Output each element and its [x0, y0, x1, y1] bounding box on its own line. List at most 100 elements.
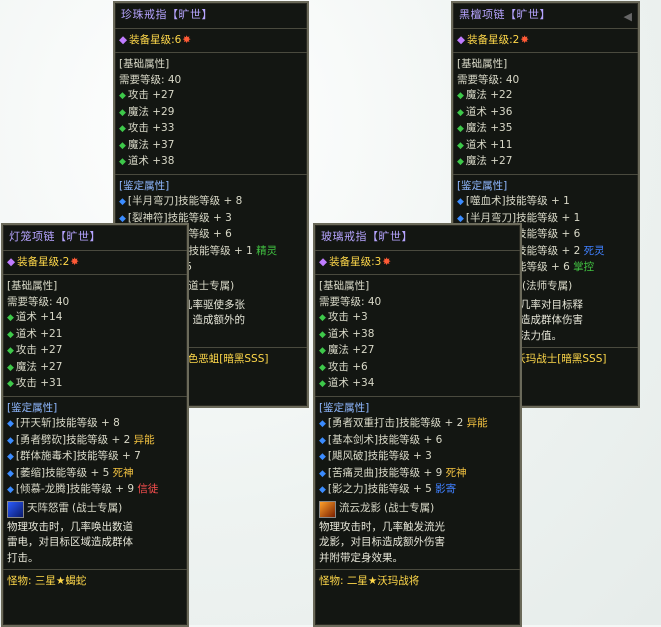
stat-text: 魔法 +29 [127, 105, 175, 118]
green-diamond-icon: ◆ [457, 124, 464, 134]
appraise-text: [群体施毒术]技能等级 + 7 [15, 450, 141, 462]
required-level: 需要等级: 40 [457, 73, 634, 89]
green-diamond-icon: ◆ [457, 140, 464, 151]
base-stat: ◆ 魔法 +27 [319, 343, 516, 360]
appraise-line: ◆ [萎缩]技能等级 + 5 死神 [7, 466, 183, 483]
green-diamond-icon: ◆ [457, 157, 464, 167]
section-title: [鉴定属性] [7, 401, 58, 414]
appraise-text: [萎缩]技能等级 + 5 [15, 466, 110, 479]
section-title: [鉴定属性] [119, 179, 170, 192]
stat-text: 道术 +11 [465, 138, 513, 151]
stat-text: 攻击 +3 [327, 311, 368, 323]
green-diamond-icon: ◆ [119, 124, 126, 134]
speaker-icon: ◀ [623, 10, 632, 23]
glass-ring-tooltip: 玻璃戒指【旷世】 ◆ 装备星级:3✸ [基础属性] 需要等级: 40 ◆ 攻击 +3 ◆ 道术 … [313, 223, 522, 627]
appraise-tag: 信徒 [137, 483, 159, 495]
appraise-line: ◆ [半月弯刀]技能等级 + 8 [119, 194, 303, 211]
skill-class: (战士专属) [384, 502, 435, 515]
req-label: 需要等级 [319, 295, 361, 308]
appraise-tag: 异能 [133, 433, 155, 446]
appraise-tag: 精灵 [256, 244, 278, 257]
blue-diamond-icon: ◆ [119, 213, 126, 224]
base-stat: ◆ 魔法 +29 [119, 105, 303, 122]
appraise-line: ◆ [倾慕-龙腾]技能等级 + 9 信徒 [7, 482, 183, 499]
green-diamond-icon: ◆ [119, 91, 126, 101]
spark-icon: ✸ [382, 256, 392, 268]
monster-name: : 三星★蝎蛇 [28, 575, 87, 587]
blue-diamond-icon: ◆ [7, 419, 14, 429]
base-stat: ◆ 攻击 +3 [319, 310, 516, 327]
purple-gem-icon: ◆ [119, 34, 128, 46]
star-level: ◆ 装备星级:3✸ [315, 251, 520, 275]
green-diamond-icon: ◆ [7, 362, 14, 373]
stat-text: 道术 +36 [465, 105, 513, 118]
item-title: 黑檀项链【旷世】 [453, 3, 638, 29]
star-label: 装备星级 [467, 34, 510, 46]
appraise-line: ◆ [影之力]技能等级 + 5 影寄 [319, 482, 516, 499]
stat-text: 道术 +34 [327, 377, 375, 389]
stat-text: 道术 +14 [15, 311, 63, 323]
appraise-text: [勇者劈砍]技能等级 + 2 [15, 433, 131, 446]
green-diamond-icon: ◆ [319, 346, 326, 356]
appraise-tag: 掌控 [573, 261, 595, 273]
green-diamond-icon: ◆ [119, 140, 126, 151]
appraise-text: [噬血术]技能等级 + 1 [465, 195, 570, 207]
appraise-text: [半月弯刀]技能等级 + 8 [127, 195, 243, 207]
base-stat: ◆ 道术 +21 [7, 327, 183, 344]
skill-desc-line: 雷电，对目标区域造成群体 [7, 536, 133, 548]
star-level: ◆ 装备星级:2✸ [453, 29, 638, 53]
skill-desc-line: 并附带定身效果。 [319, 551, 403, 564]
req-value: : 40 [499, 73, 520, 86]
appraise-line: ◆ [苦痛灵曲]技能等级 + 9 死神 [319, 466, 516, 483]
skill-description: 物理攻击时，几率触发流光 龙影，对目标造成额外伤害 并附带定身效果。 [319, 520, 516, 567]
blue-diamond-icon: ◆ [119, 197, 126, 207]
base-stat: ◆ 攻击 +27 [7, 343, 183, 360]
blue-diamond-icon: ◆ [7, 452, 14, 462]
item-title: 玻璃戒指【旷世】 [315, 225, 520, 251]
appraise-text: [苦痛灵曲]技能等级 + 9 [327, 466, 443, 479]
req-label: 需要等级 [119, 73, 161, 86]
star-value: :2 [59, 256, 70, 268]
stat-text: 攻击 +6 [327, 360, 368, 373]
skill-desc-line: 打击。 [7, 551, 39, 564]
appraise-text: [开天斩]技能等级 + 8 [15, 417, 120, 429]
lantern-necklace-tooltip: 灯笼项链【旷世】 ◆ 装备星级:2✸ [基础属性] 需要等级: 40 ◆ 道术 +14 ◆ 道术… [1, 223, 189, 627]
stat-text: 魔法 +27 [327, 344, 375, 356]
stat-text: 攻击 +27 [127, 89, 175, 101]
blue-diamond-icon: ◆ [7, 468, 14, 479]
green-diamond-icon: ◆ [319, 362, 326, 373]
base-attributes: [基础属性] 需要等级: 40 ◆ 攻击 +27 ◆ 魔法 +29 ◆ 攻击 +33 ◆ 魔法 +… [115, 53, 307, 175]
appraise-line: ◆ [群体施毒术]技能等级 + 7 [7, 449, 183, 466]
blue-diamond-icon: ◆ [319, 435, 326, 446]
appraise-line: ◆ [勇者劈砍]技能等级 + 2 异能 [7, 433, 183, 450]
green-diamond-icon: ◆ [7, 379, 14, 389]
appraise-line: ◆ [飓风破]技能等级 + 3 [319, 449, 516, 466]
appraise-attributes: [鉴定属性] ◆ [开天斩]技能等级 + 8 ◆ [勇者劈砍]技能等级 + 2 异能 ◆[… [3, 397, 187, 570]
green-diamond-icon: ◆ [319, 379, 326, 389]
base-stat: ◆ 魔法 +37 [119, 138, 303, 155]
stat-text: 魔法 +27 [15, 360, 63, 373]
appraise-text: [半月弯刀]技能等级 + 1 [465, 211, 581, 224]
base-stat: ◆ 道术 +36 [457, 105, 634, 122]
base-stat: ◆ 攻击 +33 [119, 121, 303, 138]
base-stat: ◆ 道术 +11 [457, 138, 634, 155]
monster-source: 怪物: 二星★沃玛战将 [315, 570, 520, 592]
required-level: 需要等级: 40 [119, 73, 303, 89]
appraise-line: ◆ [噬血术]技能等级 + 1 [457, 194, 634, 211]
star-label: 装备星级 [129, 34, 172, 46]
skill-class: (法师专属) [522, 280, 573, 293]
blue-diamond-icon: ◆ [319, 452, 326, 462]
base-attributes: [基础属性] 需要等级: 40 ◆ 魔法 +22 ◆ 道术 +36 ◆ 魔法 +35 ◆ 道术 +… [453, 53, 638, 175]
base-stat: ◆ 道术 +14 [7, 310, 183, 327]
req-value: : 40 [361, 295, 382, 308]
purple-gem-icon: ◆ [457, 34, 466, 46]
appraise-line: ◆ [勇者双重打击]技能等级 + 2 异能 [319, 416, 516, 433]
base-stat: ◆ 攻击 +31 [7, 376, 183, 393]
exclusive-skill: 天阵怒雷 (战士专属) [7, 500, 183, 518]
skill-icon [7, 500, 24, 518]
stat-text: 攻击 +31 [15, 377, 63, 389]
purple-gem-icon: ◆ [319, 256, 328, 268]
exclusive-skill: 流云龙影 (战士专属) [319, 500, 516, 518]
section-title: [基础属性] [457, 58, 508, 70]
appraise-tag: 影寄 [435, 483, 457, 495]
